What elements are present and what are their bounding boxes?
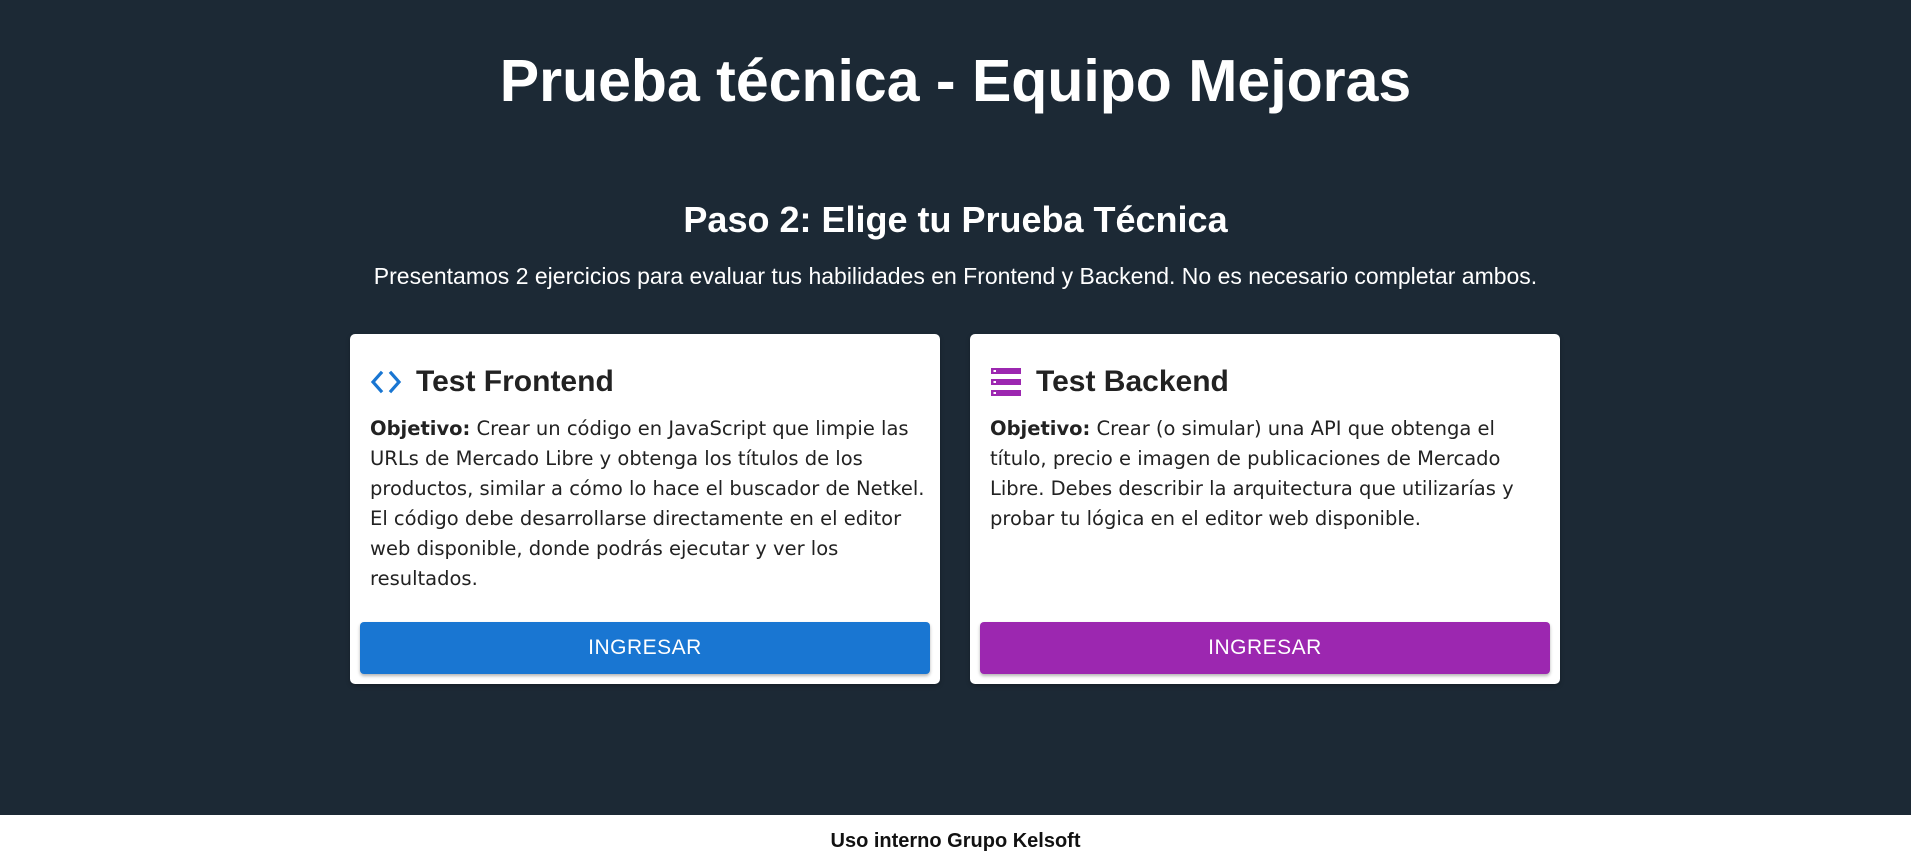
backend-card-header: Test Backend [990,360,1229,404]
step-title: Paso 2: Elige tu Prueba Técnica [683,199,1228,240]
page-title: Prueba técnica - Equipo Mejoras [499,48,1412,114]
backend-objective-label: Objetivo: [990,417,1091,440]
code-icon [370,366,402,398]
step-description: Presentamos 2 ejercicios para evaluar tu… [373,263,1538,289]
frontend-objective-label: Objetivo: [370,417,471,440]
backend-test-card: Test Backend Objetivo: Crear (o simular)… [970,334,1560,684]
frontend-card-title: Test Frontend [416,365,614,398]
backend-card-objective: Objetivo: Crear (o simular) una API que … [990,414,1545,534]
frontend-test-card: Test Frontend Objetivo: Crear un código … [350,334,940,684]
code-icon-svg [370,370,402,394]
frontend-card-objective: Objetivo: Crear un código en JavaScript … [370,414,925,594]
backend-card-title: Test Backend [1036,365,1229,398]
page: Prueba técnica - Equipo Mejoras Paso 2: … [0,0,1911,863]
backend-ingresar-button[interactable]: INGRESAR [980,622,1550,674]
storage-icon-svg [991,368,1021,396]
frontend-objective-text: Crear un código en JavaScript que limpie… [370,417,925,590]
footer: Uso interno Grupo Kelsoft [0,815,1911,863]
storage-icon [990,366,1022,398]
frontend-ingresar-button[interactable]: INGRESAR [360,622,930,674]
frontend-card-header: Test Frontend [370,360,614,404]
